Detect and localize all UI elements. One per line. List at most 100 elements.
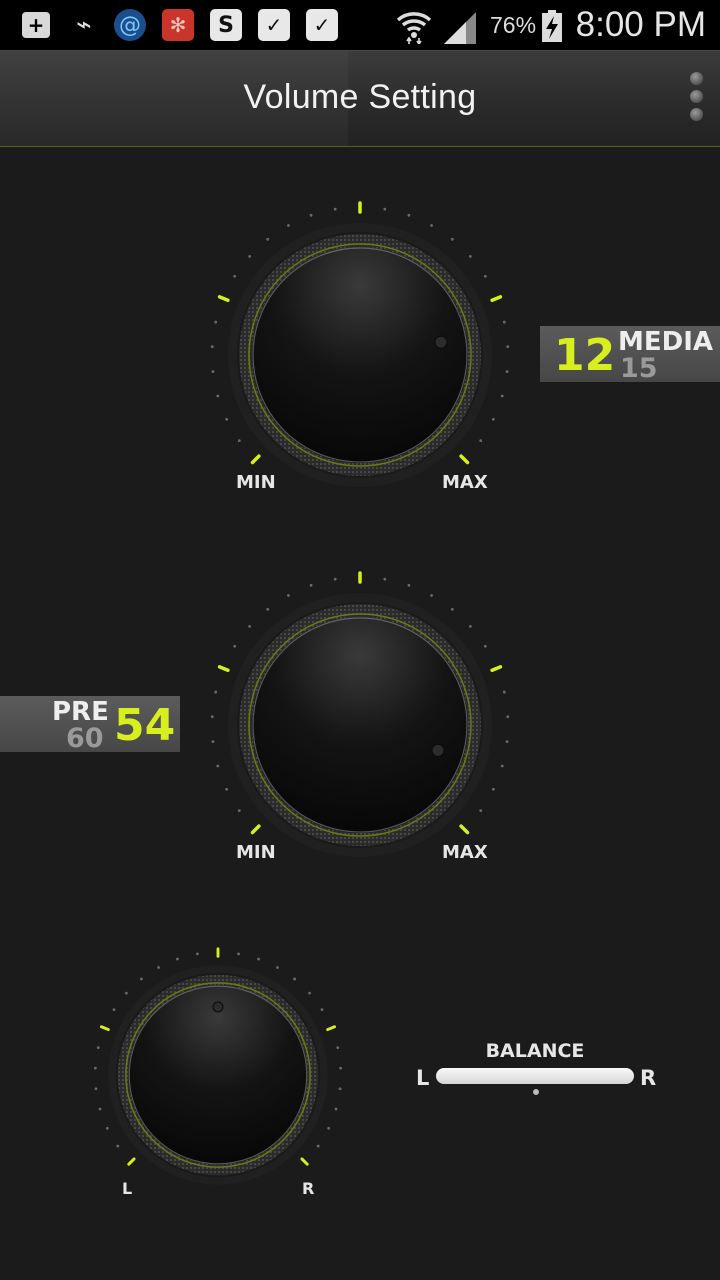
knob-minor-tick — [210, 345, 214, 349]
shopping-bag-check-icon: ✓ — [258, 9, 290, 41]
knob-minor-tick — [140, 977, 143, 981]
knob-minor-tick — [276, 966, 279, 969]
pre-label: PRE — [52, 697, 109, 727]
balance-right-label: R — [640, 1066, 657, 1090]
wifi-icon — [396, 12, 432, 44]
knob-minor-tick — [216, 394, 220, 398]
battery-percent: 76% — [490, 12, 537, 38]
status-bar: + ⌁ @ ✻ S ✓ ✓ 76% 8:00 PM — [0, 0, 720, 50]
knob-minor-tick — [196, 952, 199, 956]
knob-minor-tick — [450, 607, 454, 611]
knob-minor-tick — [336, 1046, 340, 1050]
knob-minor-tick — [407, 213, 411, 217]
knob-minor-tick — [216, 764, 220, 768]
knob-minor-tick — [468, 254, 472, 258]
knob-minor-tick — [237, 952, 240, 956]
knob-minor-tick — [211, 740, 215, 743]
knob-minor-tick — [116, 1144, 120, 1148]
knob-major-tick — [250, 824, 261, 835]
knob-minor-tick — [96, 1046, 100, 1050]
media-max-label: MAX — [442, 472, 488, 493]
media-volume-value: 12 — [554, 330, 616, 381]
knob-minor-tick — [338, 1087, 342, 1091]
knob-minor-tick — [500, 394, 504, 398]
knob-minor-tick — [450, 237, 454, 241]
knob-minor-tick — [479, 809, 483, 813]
pre-volume-knob[interactable] — [200, 565, 520, 885]
knob-minor-tick — [327, 1126, 331, 1130]
knob-minor-tick — [210, 715, 214, 719]
overflow-menu-icon[interactable] — [686, 72, 706, 126]
knob-minor-tick — [157, 966, 160, 969]
knob-minor-tick — [506, 715, 510, 719]
knob-minor-tick — [383, 577, 387, 581]
overflow-dot — [689, 90, 703, 103]
balance-slider-track[interactable] — [436, 1068, 634, 1084]
knob-major-tick — [217, 665, 230, 673]
knob-minor-tick — [248, 254, 252, 258]
red-app-icon: ✻ — [162, 9, 194, 41]
knob-minor-tick — [266, 607, 270, 611]
overflow-dot — [689, 72, 703, 85]
knob-minor-tick — [309, 213, 313, 217]
media-max-value: 15 — [620, 353, 658, 384]
knob-minor-tick — [506, 345, 510, 349]
knob-indicator-dot — [212, 1001, 224, 1013]
knob-minor-tick — [214, 320, 218, 324]
knob-minor-tick — [248, 624, 252, 628]
balance-knob[interactable] — [78, 935, 358, 1215]
pre-value-panel: PRE 60 54 — [0, 696, 180, 752]
knob-minor-tick — [491, 787, 495, 791]
knob-minor-tick — [225, 417, 229, 421]
knob-major-tick — [300, 1157, 309, 1166]
knob-major-tick — [99, 1025, 110, 1032]
balance-slider-indicator[interactable] — [533, 1089, 539, 1095]
media-volume-knob[interactable] — [200, 195, 520, 515]
knob-minor-tick — [491, 417, 495, 421]
knob-minor-tick — [483, 644, 487, 648]
balance-left-label: L — [416, 1066, 430, 1090]
shopping-bag-check-icon: ✓ — [306, 9, 338, 41]
signal-icon — [444, 12, 476, 44]
knob-minor-tick — [93, 1066, 97, 1070]
knob-minor-tick — [287, 594, 290, 597]
s-app-icon: S — [210, 9, 242, 41]
knob-minor-tick — [308, 991, 311, 995]
media-label: MEDIA — [618, 327, 714, 357]
knob-minor-tick — [334, 1107, 338, 1111]
knob-minor-tick — [98, 1107, 102, 1111]
knob-minor-tick — [211, 370, 215, 373]
knob-minor-tick — [502, 690, 506, 694]
page-title: Volume Setting — [243, 78, 477, 116]
swirl-app-icon: @ — [114, 9, 146, 41]
knob-minor-tick — [266, 237, 270, 241]
balance-title: BALANCE — [485, 1040, 585, 1062]
knob-indicator-dot — [431, 743, 445, 757]
pre-volume-value: 54 — [114, 700, 176, 751]
knob-minor-tick — [430, 224, 433, 227]
knob-minor-tick — [293, 977, 296, 981]
knob-major-tick — [490, 295, 503, 303]
knob-major-tick — [459, 824, 470, 835]
knob-minor-tick — [320, 1008, 324, 1012]
title-bar: Volume Setting — [0, 50, 720, 147]
pre-max-value: 60 — [66, 723, 104, 754]
knob-minor-tick — [505, 740, 509, 743]
knob-minor-tick — [383, 207, 387, 211]
clock: 8:00 PM — [575, 5, 706, 44]
knob-minor-tick — [505, 370, 509, 373]
balance-knob-right-label: R — [302, 1179, 315, 1198]
overflow-dot — [689, 108, 703, 121]
knob-minor-tick — [176, 957, 179, 961]
knob-minor-tick — [125, 991, 128, 995]
knob-minor-tick — [94, 1087, 98, 1091]
knob-major-tick — [326, 1025, 337, 1032]
knob-minor-tick — [333, 577, 337, 581]
knob-minor-tick — [407, 583, 411, 587]
add-icon: + — [22, 12, 50, 38]
knob-minor-tick — [287, 224, 290, 227]
knob-minor-tick — [333, 207, 337, 211]
knob-minor-tick — [483, 274, 487, 278]
media-value-panel: 12 MEDIA 15 — [540, 326, 720, 382]
knob-minor-tick — [233, 274, 237, 278]
